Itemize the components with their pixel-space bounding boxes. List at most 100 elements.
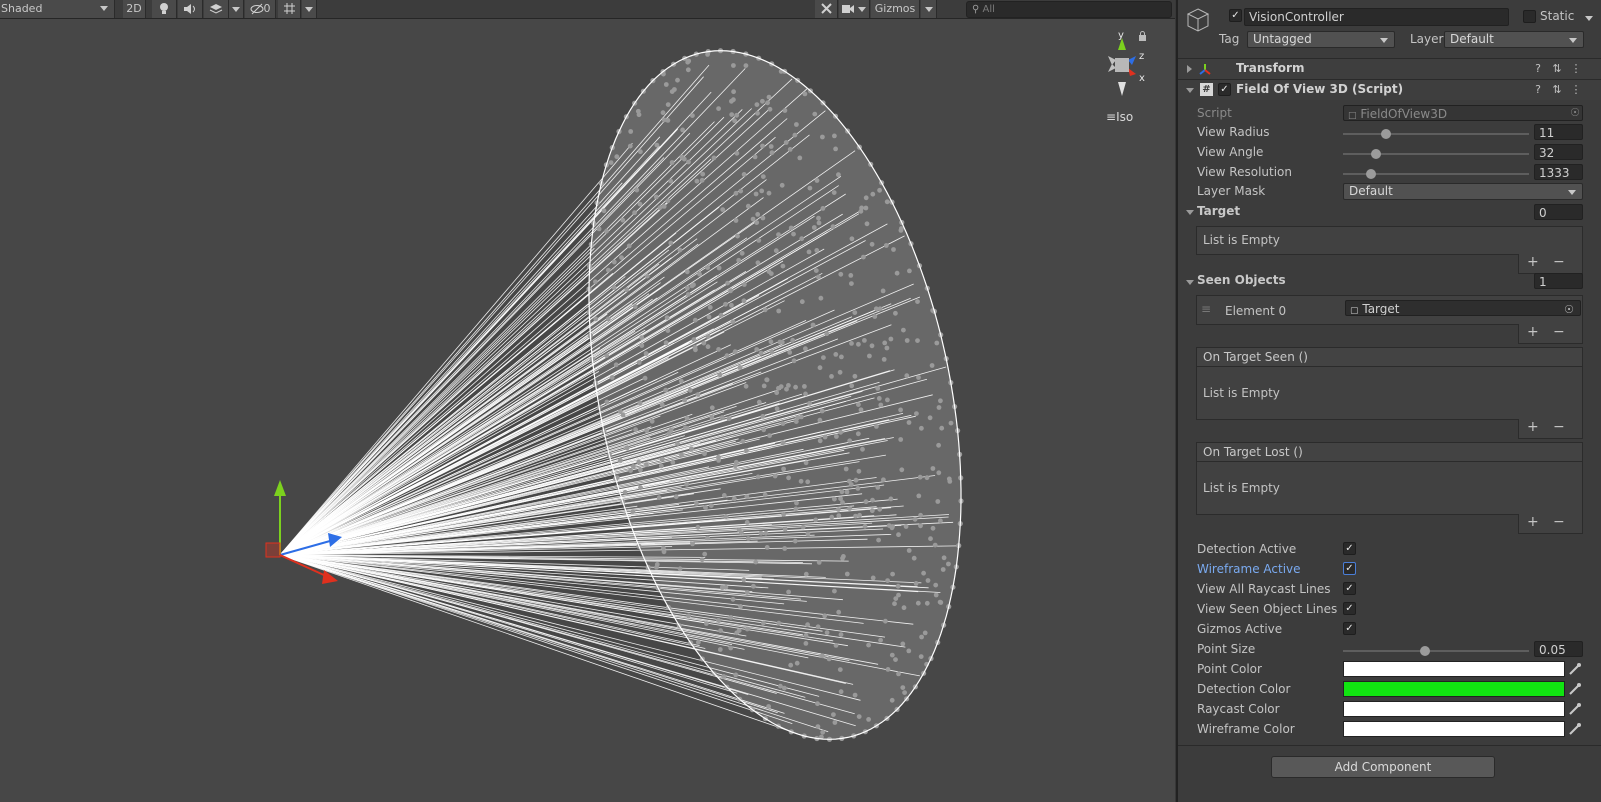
raycast-hit-point	[869, 508, 875, 514]
remove-icon[interactable]: −	[1553, 254, 1565, 270]
layer-dropdown[interactable]: Default	[1444, 31, 1584, 48]
static-checkbox[interactable]	[1523, 10, 1536, 23]
raycast-hit-point	[844, 489, 850, 495]
eyedropper-icon[interactable]	[1568, 682, 1582, 696]
detection-active-checkbox[interactable]: ✓	[1343, 542, 1356, 555]
raycast-hit-point	[838, 271, 844, 277]
effects-dropdown[interactable]	[229, 0, 244, 18]
raycast-hit-point	[834, 434, 839, 439]
projection-toggle[interactable]: ≡Iso	[1106, 110, 1133, 124]
lock-icon[interactable]	[1138, 30, 1147, 44]
remove-icon[interactable]: −	[1553, 419, 1565, 435]
point-size-field[interactable]: 0.05	[1534, 641, 1583, 657]
view-radius-slider-handle[interactable]	[1380, 129, 1391, 139]
raycast-hit-point	[716, 265, 722, 271]
field-of-view-visualization	[265, 48, 964, 742]
wireframe-active-checkbox[interactable]: ✓	[1343, 562, 1356, 575]
grid-toggle-button[interactable]	[278, 0, 301, 18]
eyedropper-icon[interactable]	[1568, 722, 1582, 736]
remove-icon[interactable]: −	[1553, 324, 1565, 340]
view-seen-object-lines-checkbox[interactable]: ✓	[1343, 602, 1356, 615]
raycast-hit-point	[696, 639, 701, 645]
raycast-color-swatch[interactable]	[1343, 701, 1565, 717]
tools-button[interactable]	[815, 0, 838, 18]
gizmos-button[interactable]: Gizmos	[871, 0, 920, 18]
view-resolution-field[interactable]: 1333	[1534, 164, 1583, 180]
more-options-icon[interactable]: ⋮	[1570, 63, 1582, 75]
object-picker-icon[interactable]: ☉	[1563, 304, 1575, 316]
seen-objects-size-field[interactable]: 1	[1534, 273, 1583, 289]
remove-icon[interactable]: −	[1553, 514, 1565, 530]
layer-mask-dropdown[interactable]: Default	[1343, 183, 1583, 200]
view-radius-field[interactable]: 11	[1534, 124, 1583, 140]
raycast-hit-point	[936, 470, 942, 476]
raycast-hit-point	[885, 578, 890, 583]
camera-settings-button[interactable]	[839, 0, 870, 18]
gizmos-active-checkbox[interactable]: ✓	[1343, 622, 1356, 635]
point-color-swatch[interactable]	[1343, 661, 1565, 677]
view-radius-slider[interactable]	[1343, 133, 1529, 135]
raycast-hit-point	[730, 596, 736, 602]
scene-view[interactable]: Shaded 2D 0 Gizmos ⚲ All y z x ≡Iso	[0, 0, 1175, 802]
raycast-hit-point	[661, 545, 666, 551]
detection-color-swatch[interactable]	[1343, 681, 1565, 697]
add-icon[interactable]: +	[1527, 419, 1539, 435]
gameobject-active-checkbox[interactable]: ✓	[1229, 9, 1242, 22]
grid-dropdown[interactable]	[302, 0, 317, 18]
raycast-hit-point	[613, 362, 619, 368]
view-angle-field[interactable]: 32	[1534, 144, 1583, 160]
presets-icon[interactable]: ⇅	[1551, 63, 1563, 75]
help-icon[interactable]: ?	[1532, 84, 1544, 96]
raycast-hit-point	[782, 108, 788, 113]
lighting-toggle-button[interactable]	[152, 0, 177, 18]
eyedropper-icon[interactable]	[1568, 702, 1582, 716]
raycast-hit-point	[862, 523, 868, 529]
raycast-hit-point	[664, 315, 670, 320]
view-all-raycast-lines-checkbox[interactable]: ✓	[1343, 582, 1356, 595]
target-size-field[interactable]: 0	[1534, 204, 1583, 220]
raycast-hit-point	[907, 268, 912, 274]
shading-mode-dropdown[interactable]: Shaded	[0, 0, 115, 18]
raycast-hit-point	[644, 273, 650, 279]
add-icon[interactable]: +	[1527, 254, 1539, 270]
raycast-hit-point	[766, 94, 772, 100]
raycast-hit-point	[733, 218, 739, 223]
chevron-down-icon[interactable]	[1186, 210, 1194, 215]
add-icon[interactable]: +	[1527, 324, 1539, 340]
raycast-hit-point	[669, 160, 675, 165]
gizmos-dropdown[interactable]	[921, 0, 937, 18]
raycast-hit-point	[626, 243, 632, 249]
add-component-button[interactable]: Add Component	[1271, 756, 1495, 778]
tag-dropdown[interactable]: Untagged	[1247, 31, 1395, 48]
view-angle-slider-handle[interactable]	[1371, 149, 1382, 159]
seen-element-field[interactable]: ▢ Target	[1345, 300, 1581, 316]
audio-toggle-button[interactable]	[178, 0, 203, 18]
eyedropper-icon[interactable]	[1568, 662, 1582, 676]
fov-script-component-header[interactable]: # ✓ Field Of View 3D (Script) ? ⇅ ⋮	[1178, 79, 1601, 100]
toggle-2d-button[interactable]: 2D	[123, 0, 146, 18]
raycast-hit-point	[838, 429, 844, 435]
raycast-hit-point	[627, 143, 633, 149]
raycast-hit-point	[935, 499, 941, 504]
effects-toggle-button[interactable]	[204, 0, 229, 18]
scene-visibility-button[interactable]: 0	[245, 0, 276, 18]
raycast-hit-point	[675, 441, 680, 446]
presets-icon[interactable]: ⇅	[1551, 84, 1563, 96]
view-resolution-slider-handle[interactable]	[1365, 169, 1376, 179]
search-placeholder: All	[982, 4, 995, 15]
point-size-slider-handle[interactable]	[1419, 646, 1430, 656]
raycast-hit-point	[659, 402, 665, 408]
more-options-icon[interactable]: ⋮	[1570, 84, 1582, 96]
scene-search-input[interactable]: ⚲ All	[966, 1, 1172, 18]
chevron-down-icon[interactable]	[1186, 280, 1194, 285]
drag-handle-icon[interactable]: ≡	[1201, 302, 1211, 316]
gameobject-name-field[interactable]: VisionController	[1244, 8, 1509, 26]
help-icon[interactable]: ?	[1532, 63, 1544, 75]
add-icon[interactable]: +	[1527, 514, 1539, 530]
raycast-hit-point	[654, 142, 660, 148]
wireframe-color-swatch[interactable]	[1343, 721, 1565, 737]
static-dropdown[interactable]	[1585, 11, 1593, 25]
point-size-slider[interactable]	[1343, 650, 1529, 652]
component-enabled-checkbox[interactable]: ✓	[1218, 83, 1231, 96]
transform-component-header[interactable]: Transform ? ⇅ ⋮	[1178, 58, 1601, 79]
